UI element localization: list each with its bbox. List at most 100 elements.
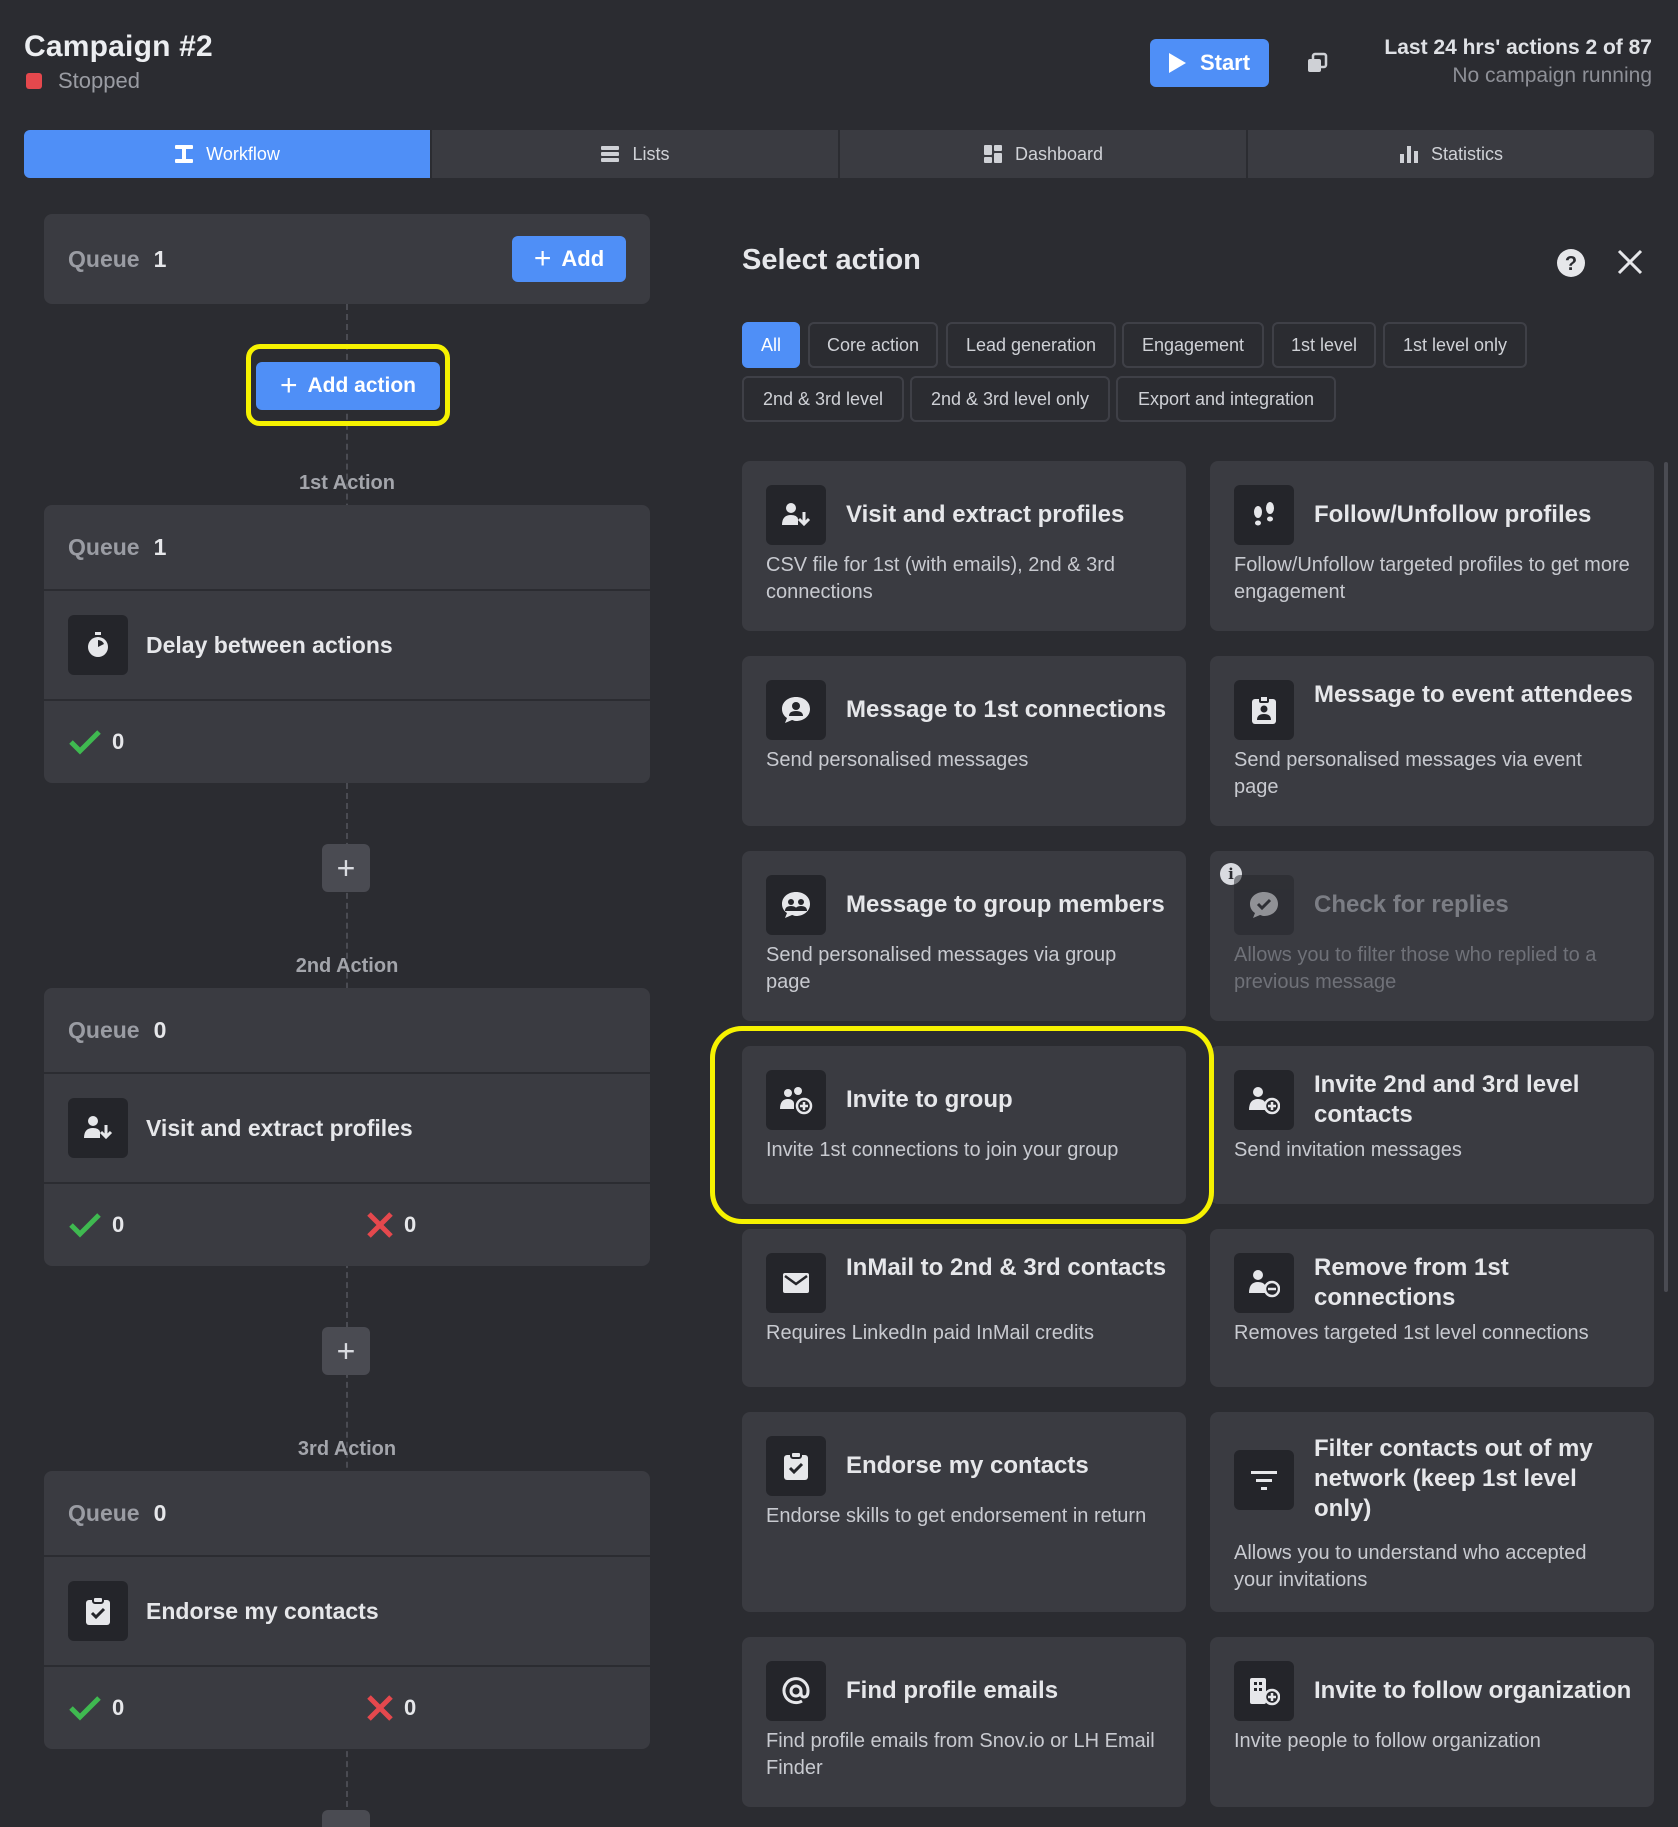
action-row[interactable]: Endorse my contacts [44, 1555, 650, 1665]
action-card-invite-2nd-3rd[interactable]: Invite 2nd and 3rd level contacts Send i… [1210, 1046, 1654, 1204]
result-row: 0 0 [44, 1665, 650, 1749]
at-sign-icon [766, 1661, 826, 1721]
queue-label: Queue [68, 533, 140, 560]
queue-count: 0 [153, 1016, 167, 1043]
highlight-outline [710, 1026, 1214, 1224]
card-description: Removes targeted 1st level connections [1234, 1322, 1589, 1344]
filter-core-action[interactable]: Core action [808, 322, 938, 368]
action-card-endorse[interactable]: Endorse my contacts Endorse skills to ge… [742, 1412, 1186, 1612]
cross-icon [367, 1212, 393, 1238]
campaign-title: Campaign #2 [24, 30, 213, 63]
card-description: Invite people to follow organization [1234, 1730, 1541, 1752]
action-row[interactable]: Delay between actions [44, 589, 650, 699]
card-description: Send personalised messages [766, 749, 1029, 771]
tab-label: Workflow [206, 143, 280, 164]
status-label: Stopped [58, 68, 140, 93]
card-title: Endorse my contacts [846, 1452, 1089, 1479]
success-value: 0 [112, 1212, 125, 1237]
checkmark-icon [69, 1696, 101, 1721]
queue-count: 0 [153, 1499, 167, 1526]
result-row: 0 0 [44, 1182, 650, 1266]
action-heading: 1st Action [299, 472, 395, 494]
action-name: Visit and extract profiles [146, 1114, 413, 1141]
insert-action-button[interactable] [322, 1810, 370, 1827]
action-card-follow-unfollow[interactable]: Follow/Unfollow profiles Follow/Unfollow… [1210, 461, 1654, 631]
action-card-find-emails[interactable]: Find profile emails Find profile emails … [742, 1637, 1186, 1807]
close-icon[interactable] [1616, 248, 1644, 276]
card-title: Invite 2nd and 3rd level contacts [1314, 1071, 1580, 1128]
filter-1st-level-only[interactable]: 1st level only [1383, 322, 1527, 368]
add-button[interactable]: + Add [512, 236, 626, 282]
card-description: Send invitation messages [1234, 1139, 1462, 1161]
chat-group-icon [766, 875, 826, 935]
action-card-message-1st[interactable]: Message to 1st connections Send personal… [742, 656, 1186, 826]
checkmark-icon [69, 1213, 101, 1238]
action-card-inmail[interactable]: InMail to 2nd & 3rd contacts Requires Li… [742, 1229, 1186, 1387]
action-card-visit-extract[interactable]: Visit and extract profiles CSV file for … [742, 461, 1186, 631]
building-add-icon [1234, 1661, 1294, 1721]
clipboard-check-icon [68, 1581, 128, 1641]
card-title: Visit and extract profiles [846, 501, 1125, 528]
action-card-1: Queue 1 Delay between actions 0 [44, 505, 650, 783]
filter-engagement[interactable]: Engagement [1122, 322, 1264, 368]
filter-all[interactable]: All [742, 322, 800, 368]
filter-icon [1234, 1450, 1294, 1510]
card-title: Remove from 1st connections [1314, 1254, 1509, 1311]
filter-1st-level[interactable]: 1st level [1272, 322, 1376, 368]
insert-action-button[interactable]: + [322, 1327, 370, 1375]
person-download-icon [68, 1098, 128, 1158]
filter-2nd-3rd-level-only[interactable]: 2nd & 3rd level only [910, 376, 1110, 422]
queue-label: Queue [68, 1016, 140, 1043]
person-add-icon [1234, 1070, 1294, 1130]
action-card-filter-network[interactable]: Filter contacts out of my network (keep … [1210, 1412, 1654, 1612]
tab-lists[interactable]: Lists [432, 130, 840, 178]
person-remove-icon [1234, 1253, 1294, 1313]
success-value: 0 [112, 729, 125, 754]
action-card-2: Queue 0 Visit and extract profiles 0 0 [44, 988, 650, 1266]
filter-lead-generation[interactable]: Lead generation [946, 322, 1116, 368]
card-description: Allows you to understand who accepted yo… [1234, 1542, 1587, 1591]
start-queue-card: Queue 1 + Add [44, 214, 650, 304]
action-card-message-event[interactable]: Message to event attendees Send personal… [1210, 656, 1654, 826]
help-icon[interactable]: ? [1556, 248, 1586, 278]
insert-action-button[interactable]: + [322, 844, 370, 892]
tab-label: Dashboard [1014, 143, 1104, 164]
plus-icon: + [279, 369, 298, 402]
start-button[interactable]: Start [1150, 39, 1269, 87]
card-title: Message to 1st connections [846, 696, 1167, 723]
bar-chart-icon [1399, 146, 1418, 163]
card-description: CSV file for 1st (with emails), 2nd & 3r… [766, 554, 1116, 603]
action-card-message-group[interactable]: Message to group members Send personalis… [742, 851, 1186, 1021]
card-title: Check for replies [1314, 891, 1509, 918]
queue-row: Queue 0 [44, 1471, 650, 1555]
filter-export-integration[interactable]: Export and integration [1116, 376, 1336, 422]
action-row[interactable]: Visit and extract profiles [44, 1072, 650, 1182]
card-description: Find profile emails from Snov.io or LH E… [766, 1730, 1155, 1779]
start-label: Start [1199, 50, 1251, 75]
add-action-button[interactable]: + Add action [256, 362, 440, 410]
plus-icon: + [533, 242, 552, 275]
tab-statistics[interactable]: Statistics [1248, 130, 1654, 178]
duplicate-icon[interactable] [1306, 52, 1328, 74]
card-title: Message to event attendees [1314, 681, 1633, 708]
action-card-follow-organization[interactable]: Invite to follow organization Invite peo… [1210, 1637, 1654, 1807]
running-status: No campaign running [1452, 64, 1652, 87]
card-description: Requires LinkedIn paid InMail credits [766, 1322, 1094, 1344]
success-count: 0 [68, 1695, 124, 1721]
card-description: Send personalised messages via group pag… [766, 944, 1117, 993]
failed-value: 0 [404, 1695, 417, 1720]
queue-count: 1 [153, 245, 167, 272]
tab-label: Lists [632, 143, 670, 164]
tab-dashboard[interactable]: Dashboard [840, 130, 1248, 178]
action-card-check-replies[interactable]: i Check for replies Allows you to filter… [1210, 851, 1654, 1021]
card-title: Message to group members [846, 891, 1165, 918]
queue-label: Queue [68, 245, 140, 272]
action-card-3: Queue 0 Endorse my contacts 0 0 [44, 1471, 650, 1749]
panel-scrollbar[interactable] [1664, 462, 1668, 1292]
filter-2nd-3rd-level[interactable]: 2nd & 3rd level [742, 376, 904, 422]
card-title: Follow/Unfollow profiles [1314, 501, 1592, 528]
action-card-remove-1st[interactable]: Remove from 1st connections Removes targ… [1210, 1229, 1654, 1387]
card-description: Endorse skills to get endorsement in ret… [766, 1505, 1147, 1527]
tab-workflow[interactable]: Workflow [24, 130, 432, 178]
stopwatch-icon [68, 615, 128, 675]
